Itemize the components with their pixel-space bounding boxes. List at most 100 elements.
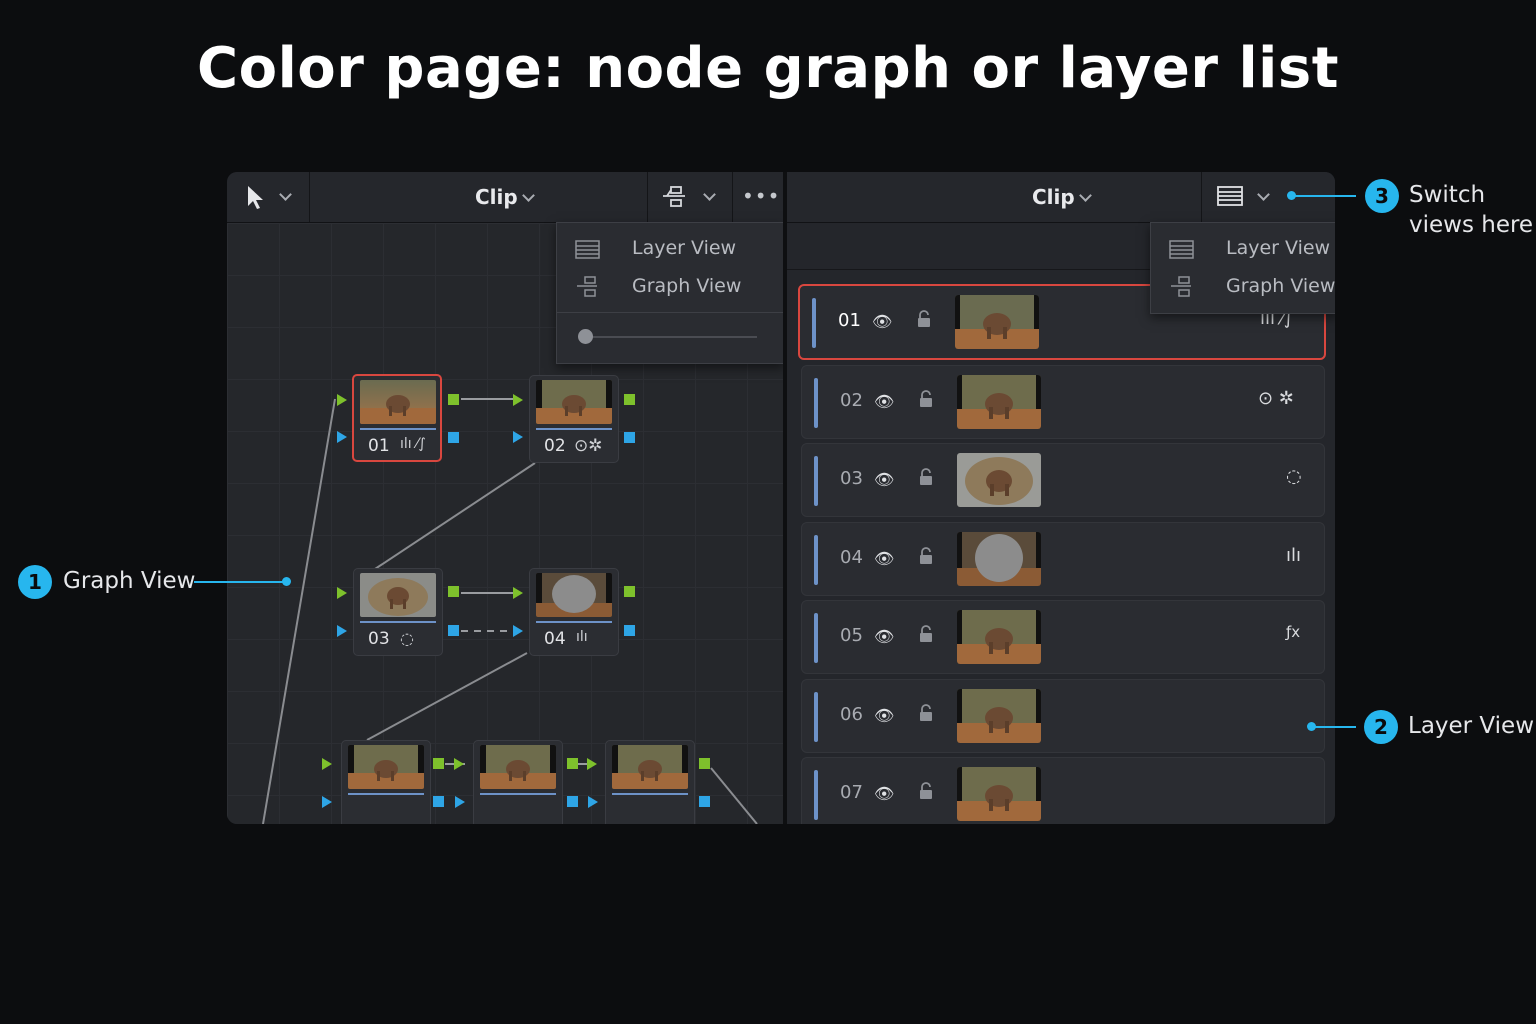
layer-row[interactable]: 05 👁 ƒx <box>801 600 1325 674</box>
node-07[interactable] <box>605 740 695 824</box>
node-input-rgb[interactable] <box>322 758 332 770</box>
eye-icon[interactable]: 👁 <box>872 312 892 331</box>
lock-icon[interactable] <box>918 390 934 408</box>
node-input-key[interactable] <box>337 431 347 443</box>
callout-badge-3: 3 <box>1365 179 1399 213</box>
layer-row[interactable]: 04 👁 ılı <box>801 522 1325 596</box>
node-output-key[interactable] <box>699 796 710 807</box>
node-02[interactable]: 02 ⊙✲ <box>529 375 619 463</box>
node-thumbnail <box>348 745 424 789</box>
node-output-key[interactable] <box>433 796 444 807</box>
node-output-rgb[interactable] <box>624 394 635 405</box>
clip-dropdown[interactable]: Clip <box>467 172 557 222</box>
node-output-rgb[interactable] <box>699 758 710 769</box>
node-input-key[interactable] <box>455 796 465 808</box>
lock-icon[interactable] <box>918 547 934 565</box>
menu-item-graph-view[interactable]: Graph View <box>1151 269 1335 305</box>
eye-icon[interactable]: 👁 <box>874 627 894 646</box>
node-input-key[interactable] <box>322 796 332 808</box>
layer-thumbnail <box>957 767 1041 821</box>
node-output-key[interactable] <box>624 625 635 636</box>
node-thumbnail <box>536 573 612 617</box>
menu-item-label: Graph View <box>632 275 742 297</box>
node-input-rgb[interactable] <box>587 758 597 770</box>
connection-line <box>366 652 528 741</box>
eye-icon[interactable]: 👁 <box>874 392 894 411</box>
lock-icon[interactable] <box>918 468 934 486</box>
node-bar <box>360 621 436 623</box>
chevron-down-icon <box>703 188 716 201</box>
node-01[interactable]: 01 ılı ⁄∫ <box>352 374 442 462</box>
node-tools-icon: ılı <box>576 629 588 645</box>
pointer-tool-button[interactable] <box>239 182 301 212</box>
graph-view-icon <box>577 276 597 297</box>
node-bar <box>612 793 688 795</box>
connection-line <box>374 462 536 570</box>
lock-icon[interactable] <box>918 704 934 722</box>
node-bar <box>480 793 556 795</box>
chevron-down-icon <box>1079 189 1092 202</box>
node-06[interactable] <box>473 740 563 824</box>
more-options-button[interactable]: ••• <box>742 184 780 208</box>
node-input-key[interactable] <box>513 431 523 443</box>
menu-item-label: Graph View <box>1226 275 1335 297</box>
node-output-key[interactable] <box>624 432 635 443</box>
connection-line <box>710 767 758 824</box>
lock-icon[interactable] <box>916 310 932 328</box>
eye-icon[interactable]: 👁 <box>874 549 894 568</box>
menu-item-graph-view[interactable]: Graph View <box>557 269 783 305</box>
node-output-key[interactable] <box>567 796 578 807</box>
node-input-rgb[interactable] <box>454 758 464 770</box>
view-switch-button[interactable] <box>1211 182 1281 212</box>
layer-tools-icon: ◌ <box>1286 466 1302 487</box>
node-output-key[interactable] <box>448 432 459 443</box>
menu-item-layer-view[interactable]: Layer View <box>1151 231 1335 267</box>
eye-icon[interactable]: 👁 <box>874 784 894 803</box>
node-thumbnail <box>360 380 436 424</box>
eye-icon[interactable]: 👁 <box>874 470 894 489</box>
view-menu: Layer View Graph View <box>556 222 784 364</box>
node-input-rgb[interactable] <box>513 587 523 599</box>
node-output-rgb[interactable] <box>624 586 635 597</box>
node-input-key[interactable] <box>588 796 598 808</box>
clip-label: Clip <box>475 185 518 209</box>
node-input-key[interactable] <box>337 625 347 637</box>
layer-tools-icon: ƒx <box>1286 623 1301 641</box>
layer-thumbnail <box>957 453 1041 507</box>
node-03[interactable]: 03 ◌ <box>353 568 443 656</box>
node-04[interactable]: 04 ılı <box>529 568 619 656</box>
layer-number: 03 <box>840 468 863 489</box>
node-input-rgb[interactable] <box>513 394 523 406</box>
lock-icon[interactable] <box>918 625 934 643</box>
node-05[interactable] <box>341 740 431 824</box>
node-output-key[interactable] <box>448 625 459 636</box>
lock-icon[interactable] <box>918 782 934 800</box>
layer-row[interactable]: 06 👁 <box>801 679 1325 753</box>
clip-label: Clip <box>1032 185 1075 209</box>
callout-badge-1: 1 <box>18 565 52 599</box>
layer-row[interactable]: 03 👁 ◌ <box>801 443 1325 517</box>
node-output-rgb[interactable] <box>448 394 459 405</box>
layer-row[interactable]: 07 👁 <box>801 757 1325 824</box>
eye-icon[interactable]: 👁 <box>874 706 894 725</box>
layer-stripe <box>814 378 818 428</box>
zoom-slider[interactable] <box>578 329 757 344</box>
node-input-rgb[interactable] <box>337 587 347 599</box>
node-output-rgb[interactable] <box>448 586 459 597</box>
view-switch-button[interactable] <box>657 182 727 212</box>
layer-thumbnail <box>957 375 1041 429</box>
node-output-rgb[interactable] <box>433 758 444 769</box>
node-toolbar: Clip ••• <box>227 172 783 223</box>
node-input-key[interactable] <box>513 625 523 637</box>
chevron-down-icon <box>522 189 535 202</box>
menu-item-layer-view[interactable]: Layer View <box>557 231 783 267</box>
node-label: 02 <box>544 436 566 456</box>
node-output-rgb[interactable] <box>567 758 578 769</box>
node-bar <box>348 793 424 795</box>
layer-row[interactable]: 02 👁 ⊙ ✲ <box>801 365 1325 439</box>
clip-dropdown[interactable]: Clip <box>1022 172 1112 222</box>
slider-handle[interactable] <box>578 329 593 344</box>
node-input-rgb[interactable] <box>337 394 347 406</box>
node-label: 04 <box>544 629 566 649</box>
graph-view-icon <box>663 186 685 207</box>
